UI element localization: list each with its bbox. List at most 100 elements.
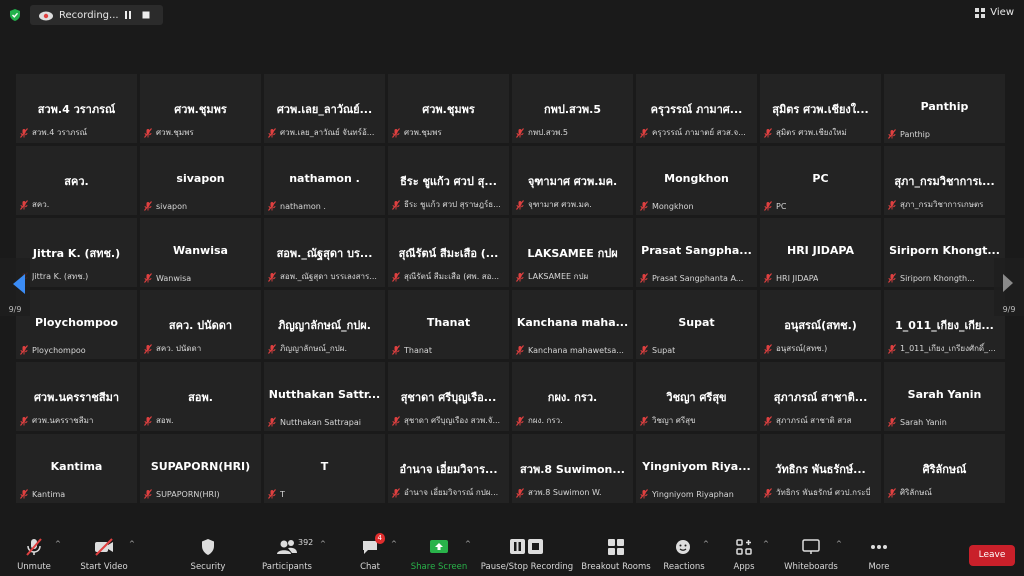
participant-tile[interactable]: ศวพ.ชุมพร ศวพ.ชุมพร [140,74,261,143]
participant-label: จุฑามาศ ศวพ.มค. [528,200,592,209]
participant-tile[interactable]: PC PC [760,146,881,215]
participant-tile[interactable]: ศิริลักษณ์ ศิริลักษณ์ [884,434,1005,503]
participant-tile[interactable]: Ploychompoo Ploychompoo [16,290,137,359]
unmute-button[interactable]: Unmute [0,536,74,572]
participant-footer: Thanat [391,345,507,355]
participant-tile[interactable]: วิชญา ศรีสุข วิชญา ศรีสุข [636,362,757,431]
participant-tile[interactable]: สวพ.4 วราภรณ์ สวพ.4 วราภรณ์ [16,74,137,143]
participant-tile[interactable]: nathamon . nathamon . [264,146,385,215]
view-button[interactable]: View [975,7,1014,18]
participant-tile[interactable]: สุมิตร ศวพ.เชียงใ... สุมิตร ศวพ.เชียงใหม่ [760,74,881,143]
microphone-muted-icon [888,487,896,498]
participant-name: Mongkhon [664,172,729,185]
participants-options-caret[interactable]: ^ [320,540,326,548]
share-options-caret[interactable]: ^ [465,540,471,548]
audio-options-caret[interactable]: ^ [55,540,61,548]
participant-tile[interactable]: HRI JIDAPA HRI JIDAPA [760,218,881,287]
participant-tile[interactable]: สุชาดา ศรีบุญเรือ... สุชาดา ศรีบุญเรือง ส… [388,362,509,431]
participant-tile[interactable]: Supat Supat [636,290,757,359]
participant-footer: จุฑามาศ ศวพ.มค. [515,198,631,211]
previous-page-button[interactable]: 9/9 [0,258,30,316]
security-button[interactable]: Security [168,536,248,572]
start-video-label: Start Video [80,562,128,572]
participant-tile[interactable]: สุณีรัตน์ สีมะเสือ (... สุณีรัตน์ สีมะเสื… [388,218,509,287]
video-options-caret[interactable]: ^ [129,540,135,548]
microphone-muted-icon [764,415,772,426]
participant-tile[interactable]: สุภาภรณ์ สาชาติ... สุภาภรณ์ สาชาติ สวส [760,362,881,431]
participant-name: ภิญญาลักษณ์_กปผ. [278,319,371,332]
more-button[interactable]: More [839,536,919,572]
participant-tile[interactable]: Panthip Panthip [884,74,1005,143]
participant-name: PC [812,172,829,185]
participant-tile[interactable]: sivapon sivapon [140,146,261,215]
participant-tile[interactable]: สอพ._ณัฐสุดา บร... สอพ._ณัฐสุดา บรรเลงสาร… [264,218,385,287]
participant-tile[interactable]: Yingniyom Riya... Yingniyom Riyaphan [636,434,757,503]
participant-label: ศวพ.ชุมพร [404,128,442,137]
participant-tile[interactable]: Nutthakan Sattr... Nutthakan Sattrapai [264,362,385,431]
participant-footer: ศวพ.ชุมพร [391,126,507,139]
participant-label: Thanat [404,345,432,355]
chat-button[interactable]: 4 Chat [330,533,410,572]
apps-options-caret[interactable]: ^ [763,540,769,548]
participant-label: วิชญา ศรีสุข [652,416,696,425]
stop-recording-button[interactable] [137,7,155,23]
participant-name: Supat [678,316,715,329]
participant-footer: ศิริลักษณ์ [887,486,1003,499]
participant-tile[interactable]: ครุวรรณ์ ภามาศ... ครุวรรณ์ ภามาตย์ สวส.จ.… [636,74,757,143]
participant-tile[interactable]: TT [264,434,385,503]
participant-tile[interactable]: สอพ. สอพ. [140,362,261,431]
pause-recording-button[interactable] [119,7,137,23]
participant-tile[interactable]: Kantima Kantima [16,434,137,503]
arrow-right-icon [1003,274,1013,292]
participant-tile[interactable]: Prasat Sangpha... Prasat Sangphanta A... [636,218,757,287]
participant-label: ศวพ.เลย_ลาวัณย์ จันทร์อ้... [280,128,375,137]
participant-tile[interactable]: Mongkhon Mongkhon [636,146,757,215]
participant-footer: Siriporn Khongth... [887,273,1003,283]
participant-tile[interactable]: SUPAPORN(HRI) SUPAPORN(HRI) [140,434,261,503]
participants-button[interactable]: 392 Participants [247,536,327,572]
participant-tile[interactable]: Wanwisa Wanwisa [140,218,261,287]
shield-check-icon[interactable] [8,8,22,22]
participant-tile[interactable]: กผง. กรว. กผง. กรว. [512,362,633,431]
participant-tile[interactable]: อำนาจ เอี่ยมวิจาร... อำนาจ เอี่ยมวิจารณ์ … [388,434,509,503]
microphone-muted-icon [392,345,400,355]
participant-tile[interactable]: กพป.สวพ.5 กพป.สวพ.5 [512,74,633,143]
participant-tile[interactable]: Thanat Thanat [388,290,509,359]
participant-tile[interactable]: ธีระ ชูแก้ว ศวป สุ... ธีระ ชูแก้ว ศวป สุร… [388,146,509,215]
pause-stop-icon [510,539,543,554]
participant-tile[interactable]: Kanchana maha... Kanchana mahawetsa... [512,290,633,359]
participant-tile[interactable]: สุภา_กรมวิชาการเ... สุภา_กรมวิชาการเกษตร [884,146,1005,215]
participant-footer: สอพ._ณัฐสุดา บรรเลงสาร... [267,270,383,283]
participant-tile[interactable]: ภิญญาลักษณ์_กปผ. ภิญญาลักษณ์_กปผ. [264,290,385,359]
next-page-button[interactable]: 9/9 [994,258,1024,316]
participant-footer: Kanchana mahawetsa... [515,345,631,355]
participant-footer: T [267,489,383,499]
leave-button[interactable]: Leave [969,545,1015,566]
participant-tile[interactable]: ศวพ.เลย_ลาวัณย์... ศวพ.เลย_ลาวัณย์ จันทร์… [264,74,385,143]
participant-tile[interactable]: Siriporn Khongt... Siriporn Khongth... [884,218,1005,287]
microphone-muted-icon [640,127,648,138]
participant-tile[interactable]: LAKSAMEE กปผ LAKSAMEE กปผ [512,218,633,287]
pause-stop-recording-button[interactable]: Pause/Stop Recording [481,536,573,572]
participant-footer: สวพ.4 วราภรณ์ [19,126,135,139]
participant-tile[interactable]: สคว. ปนัดดา สคว. ปนัดดา [140,290,261,359]
participant-tile[interactable]: วัทธิกร พันธรักษ์... วัทธิกร พันธรักษ์ ศว… [760,434,881,503]
participant-footer: PC [763,201,879,211]
participant-tile[interactable]: Jittra K. (สทช.) Jittra K. (สทช.) [16,218,137,287]
participant-footer: วิชญา ศรีสุข [639,414,755,427]
participant-tile[interactable]: จุฑามาศ ศวพ.มค. จุฑามาศ ศวพ.มค. [512,146,633,215]
participant-name: สุณีรัตน์ สีมะเสือ (... [398,247,499,260]
participant-tile[interactable]: ศวพ.ชุมพร ศวพ.ชุมพร [388,74,509,143]
participant-label: สคว. [32,200,50,209]
participant-tile[interactable]: 1_011_เกียง_เกีย... 1_011_เกียง_เกรียงศัก… [884,290,1005,359]
participant-tile[interactable]: อนุสรณ์(สทช.) อนุสรณ์(สทช.) [760,290,881,359]
participant-tile[interactable]: Sarah Yanin Sarah Yanin [884,362,1005,431]
participant-footer: ศวพ.เลย_ลาวัณย์ จันทร์อ้... [267,126,383,139]
participant-grid: สวพ.4 วราภรณ์ สวพ.4 วราภรณ์ ศวพ.ชุมพร ศวพ.ช… [16,74,1010,503]
chat-options-caret[interactable]: ^ [391,540,397,548]
participant-tile[interactable]: สวพ.8 Suwimon... สวพ.8 Suwimon W. [512,434,633,503]
participant-tile[interactable]: สคว. สคว. [16,146,137,215]
microphone-muted-icon [20,199,28,210]
participant-tile[interactable]: ศวพ.นครราชสีมา ศวพ.นครราชสีมา [16,362,137,431]
microphone-muted-icon [392,199,400,210]
